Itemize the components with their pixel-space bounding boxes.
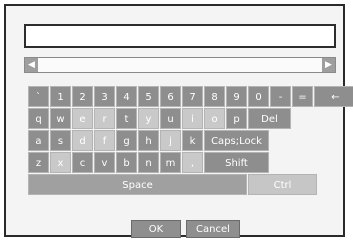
- key-t[interactable]: t: [116, 108, 137, 129]
- key-delete[interactable]: Del: [248, 108, 291, 129]
- key-b[interactable]: b: [116, 152, 137, 173]
- key-z[interactable]: z: [28, 152, 49, 173]
- key-ctrl[interactable]: Ctrl: [248, 174, 317, 195]
- key-comma[interactable]: ,: [182, 152, 203, 173]
- cancel-button[interactable]: Cancel: [186, 220, 240, 238]
- key-y[interactable]: y: [138, 108, 159, 129]
- key-v[interactable]: v: [94, 152, 115, 173]
- key-i[interactable]: i: [182, 108, 203, 129]
- key-space[interactable]: Space: [28, 174, 247, 195]
- keyboard: ` 1 2 3 4 5 6 7 8 9 0 - = ← q w e r t y …: [28, 86, 353, 196]
- key-q[interactable]: q: [28, 108, 49, 129]
- key-m[interactable]: m: [160, 152, 181, 173]
- key-d[interactable]: d: [72, 130, 93, 151]
- key-caps-lock[interactable]: Caps;Lock: [204, 130, 269, 151]
- scroll-right-icon[interactable]: ▶: [322, 58, 335, 72]
- horizontal-scrollbar[interactable]: ◀ ▶: [24, 57, 336, 73]
- key-g[interactable]: g: [116, 130, 137, 151]
- keyboard-row-numbers: ` 1 2 3 4 5 6 7 8 9 0 - = ←: [28, 86, 353, 107]
- key-4[interactable]: 4: [116, 86, 137, 107]
- key-1[interactable]: 1: [50, 86, 71, 107]
- text-input[interactable]: [24, 24, 336, 48]
- keyboard-row-asdf: a s d f g h j k Caps;Lock: [28, 130, 339, 151]
- key-0[interactable]: 0: [248, 86, 269, 107]
- key-a[interactable]: a: [28, 130, 49, 151]
- key-7[interactable]: 7: [182, 86, 203, 107]
- key-p[interactable]: p: [226, 108, 247, 129]
- key-c[interactable]: c: [72, 152, 93, 173]
- dialog-buttons: OK Cancel: [131, 220, 240, 238]
- key-o[interactable]: o: [204, 108, 225, 129]
- key-2[interactable]: 2: [72, 86, 93, 107]
- key-s[interactable]: s: [50, 130, 71, 151]
- key-minus[interactable]: -: [270, 86, 291, 107]
- key-n[interactable]: n: [138, 152, 159, 173]
- key-6[interactable]: 6: [160, 86, 181, 107]
- key-e[interactable]: e: [72, 108, 93, 129]
- keyboard-row-zxcv: z x c v b n m , Shift: [28, 152, 339, 173]
- keyboard-row-qwerty: q w e r t y u i o p Del: [28, 108, 339, 129]
- key-8[interactable]: 8: [204, 86, 225, 107]
- key-h[interactable]: h: [138, 130, 159, 151]
- key-w[interactable]: w: [50, 108, 71, 129]
- key-5[interactable]: 5: [138, 86, 159, 107]
- key-equals[interactable]: =: [292, 86, 313, 107]
- key-shift[interactable]: Shift: [204, 152, 269, 173]
- virtual-keyboard-dialog: ◀ ▶ ` 1 2 3 4 5 6 7 8 9 0 - = ← q w e r …: [4, 4, 353, 238]
- key-u[interactable]: u: [160, 108, 181, 129]
- key-9[interactable]: 9: [226, 86, 247, 107]
- key-r[interactable]: r: [94, 108, 115, 129]
- key-f[interactable]: f: [94, 130, 115, 151]
- keyboard-row-space: Space Ctrl: [28, 174, 339, 195]
- key-3[interactable]: 3: [94, 86, 115, 107]
- ok-button[interactable]: OK: [131, 220, 181, 238]
- scroll-left-icon[interactable]: ◀: [25, 58, 38, 72]
- key-backspace[interactable]: ←: [314, 86, 353, 107]
- key-backtick[interactable]: `: [28, 86, 49, 107]
- key-k[interactable]: k: [182, 130, 203, 151]
- key-x[interactable]: x: [50, 152, 71, 173]
- key-j[interactable]: j: [160, 130, 181, 151]
